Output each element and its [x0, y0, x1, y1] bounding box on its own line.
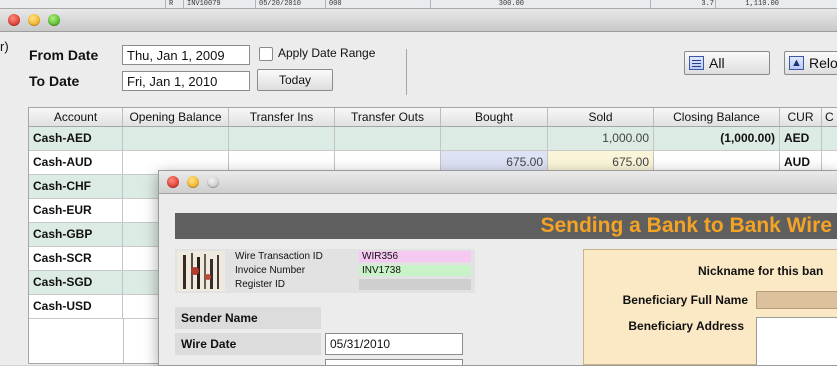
toolbar-divider: [406, 49, 407, 95]
next-field[interactable]: [325, 359, 463, 365]
minimize-icon[interactable]: [187, 176, 199, 188]
zoom-icon[interactable]: [48, 14, 60, 26]
today-button[interactable]: Today: [257, 69, 333, 91]
sender-name-label: Sender Name: [175, 307, 321, 329]
page-title: Sending a Bank to Bank Wire: [540, 214, 832, 237]
transfer-outs-cell: [335, 127, 441, 150]
bg-cell: 05/20/2010: [255, 0, 323, 8]
col-bought[interactable]: Bought: [441, 108, 548, 126]
from-date-field[interactable]: Thu, Jan 1, 2009: [122, 45, 250, 65]
beneficiary-address-label: Beneficiary Address: [628, 319, 744, 333]
col-opening-balance[interactable]: Opening Balance: [123, 108, 229, 126]
header-banner: Sending a Bank to Bank Wire: [175, 213, 837, 239]
wire-date-label: Wire Date: [175, 333, 321, 355]
table-row[interactable]: Cash-AED 1,000.00 (1,000.00) AED: [29, 127, 837, 151]
wire-transaction-id-label: Wire Transaction ID: [235, 251, 323, 262]
transfer-ins-cell: [229, 127, 335, 150]
minimize-icon[interactable]: [28, 14, 40, 26]
currency-cell: AED: [780, 127, 822, 150]
beneficiary-full-name-label: Beneficiary Full Name: [622, 293, 748, 307]
col-sold[interactable]: Sold: [548, 108, 654, 126]
bg-cell: 3.7: [650, 0, 714, 8]
col-c-partial[interactable]: C: [822, 108, 837, 126]
wire-date-field[interactable]: 05/31/2010: [325, 333, 463, 355]
invoice-number-field[interactable]: INV1738: [359, 265, 471, 276]
window-titlebar[interactable]: [159, 171, 837, 194]
account-cell: Cash-SCR: [29, 247, 123, 270]
to-date-field[interactable]: Fri, Jan 1, 2010: [122, 71, 250, 91]
close-icon[interactable]: [8, 14, 20, 26]
table-header: Account Opening Balance Transfer Ins Tra…: [29, 108, 837, 127]
apply-date-range-checkbox[interactable]: [259, 47, 273, 61]
bought-cell: [441, 127, 548, 150]
account-cell: Cash-GBP: [29, 223, 123, 246]
partial-label-glyph: r): [0, 39, 9, 54]
reload-button[interactable]: ▲ Relo: [784, 51, 837, 75]
register-id-label: Register ID: [235, 279, 286, 290]
reload-button-label: Relo: [809, 55, 837, 71]
account-cell: Cash-AED: [29, 127, 123, 150]
list-icon: [689, 56, 704, 70]
invoice-number-label: Invoice Number: [235, 265, 306, 276]
bg-cell: 1,110.00: [715, 0, 779, 8]
reload-arrow-icon: ▲: [789, 56, 804, 70]
account-cell: Cash-CHF: [29, 175, 123, 198]
apply-date-range-label: Apply Date Range: [278, 46, 376, 60]
all-button-label: All: [709, 55, 725, 71]
all-button[interactable]: All: [684, 51, 770, 75]
bg-cell: INV10079: [183, 0, 257, 8]
nickname-label: Nickname for this ban: [698, 264, 824, 278]
bank-wire-window: Sending a Bank to Bank Wire Wire Transac…: [158, 170, 837, 366]
col-closing-balance[interactable]: Closing Balance: [654, 108, 780, 126]
sold-cell: 1,000.00: [548, 127, 654, 150]
col-currency[interactable]: CUR: [780, 108, 822, 126]
col-account[interactable]: Account: [29, 108, 123, 126]
opening-cell: [123, 127, 229, 150]
to-date-label: To Date: [29, 73, 80, 89]
register-id-field[interactable]: [359, 279, 471, 290]
beneficiary-address-field[interactable]: [756, 317, 837, 366]
close-icon[interactable]: [167, 176, 179, 188]
col-transfer-ins[interactable]: Transfer Ins: [229, 108, 335, 126]
beneficiary-panel: Nickname for this ban Beneficiary Full N…: [583, 249, 837, 366]
closing-balance-cell: (1,000.00): [654, 127, 780, 150]
beneficiary-full-name-field[interactable]: [756, 291, 837, 309]
account-cell: Cash-SGD: [29, 271, 123, 294]
bg-cell: 000: [325, 0, 369, 8]
col-transfer-outs[interactable]: Transfer Outs: [335, 108, 441, 126]
transaction-info-box: Wire Transaction ID WIR356 Invoice Numbe…: [175, 249, 475, 293]
account-cell: Cash-USD: [29, 295, 123, 318]
account-cell: Cash-EUR: [29, 199, 123, 222]
window-titlebar[interactable]: [0, 9, 837, 32]
account-cell: Cash-AUD: [29, 151, 123, 174]
zoom-icon[interactable]: [207, 176, 219, 188]
bg-cell: 300.00: [430, 0, 528, 8]
wire-transaction-id-field[interactable]: WIR356: [359, 251, 471, 262]
bank-photo-icon: [177, 251, 225, 291]
bg-cell: R: [165, 0, 183, 8]
from-date-label: From Date: [29, 47, 99, 63]
table-empty-area: [29, 319, 124, 363]
